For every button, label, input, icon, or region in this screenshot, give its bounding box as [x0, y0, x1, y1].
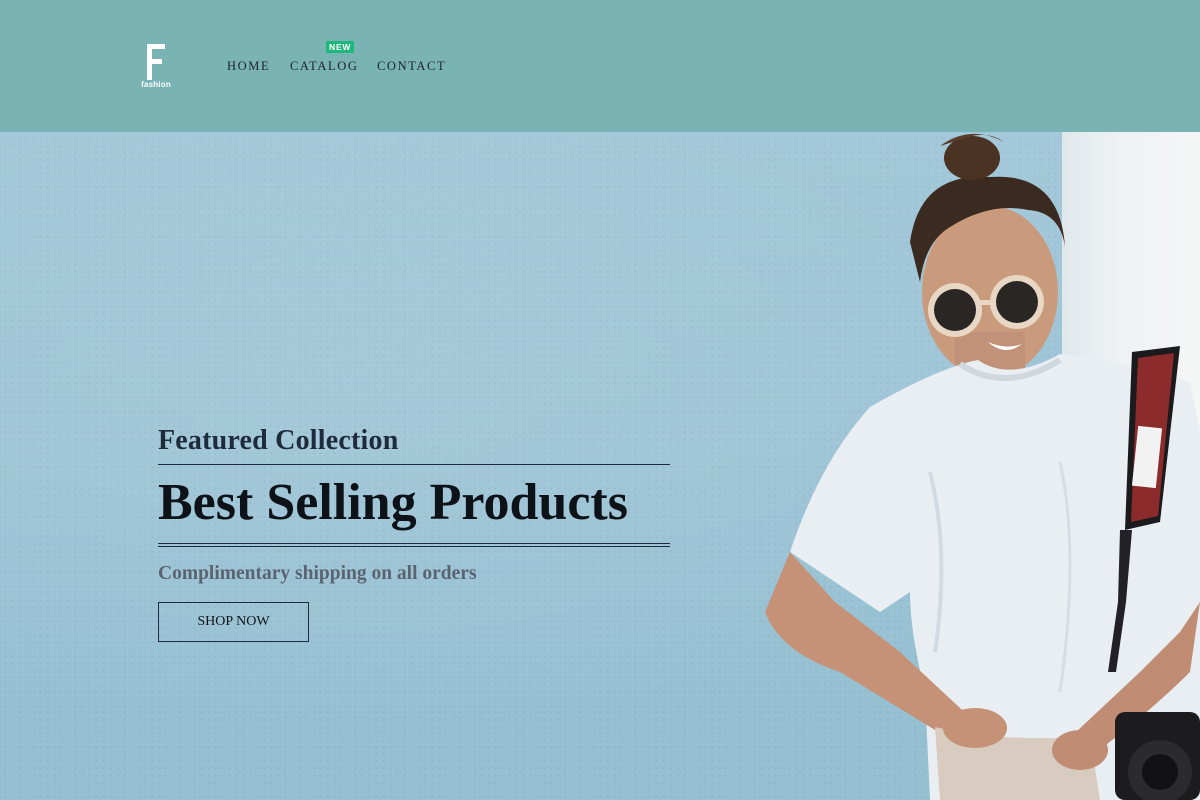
hero-eyebrow: Featured Collection: [158, 425, 399, 456]
model-photo: [765, 133, 1200, 800]
logo-text: fashion: [141, 80, 171, 89]
new-badge: NEW: [326, 41, 355, 53]
logo-f-mark-icon: [147, 44, 165, 80]
double-divider: [158, 543, 670, 547]
fashion-logo-icon[interactable]: fashion: [139, 44, 173, 92]
hero-subtitle: Complimentary shipping on all orders: [158, 563, 477, 584]
nav-item-home[interactable]: HOME: [227, 59, 270, 74]
site-header: fashion HOME CATALOG NEW CONTACT: [0, 0, 1200, 132]
nav-item-contact[interactable]: CONTACT: [377, 59, 446, 74]
hero-headline: Best Selling Products: [158, 474, 628, 531]
nav-item-catalog[interactable]: CATALOG: [290, 59, 359, 74]
hero-banner: Featured Collection Best Selling Product…: [0, 132, 1200, 800]
divider: [158, 464, 670, 465]
shop-now-button[interactable]: SHOP NOW: [158, 602, 309, 642]
hero-content: Featured Collection Best Selling Product…: [158, 424, 670, 642]
